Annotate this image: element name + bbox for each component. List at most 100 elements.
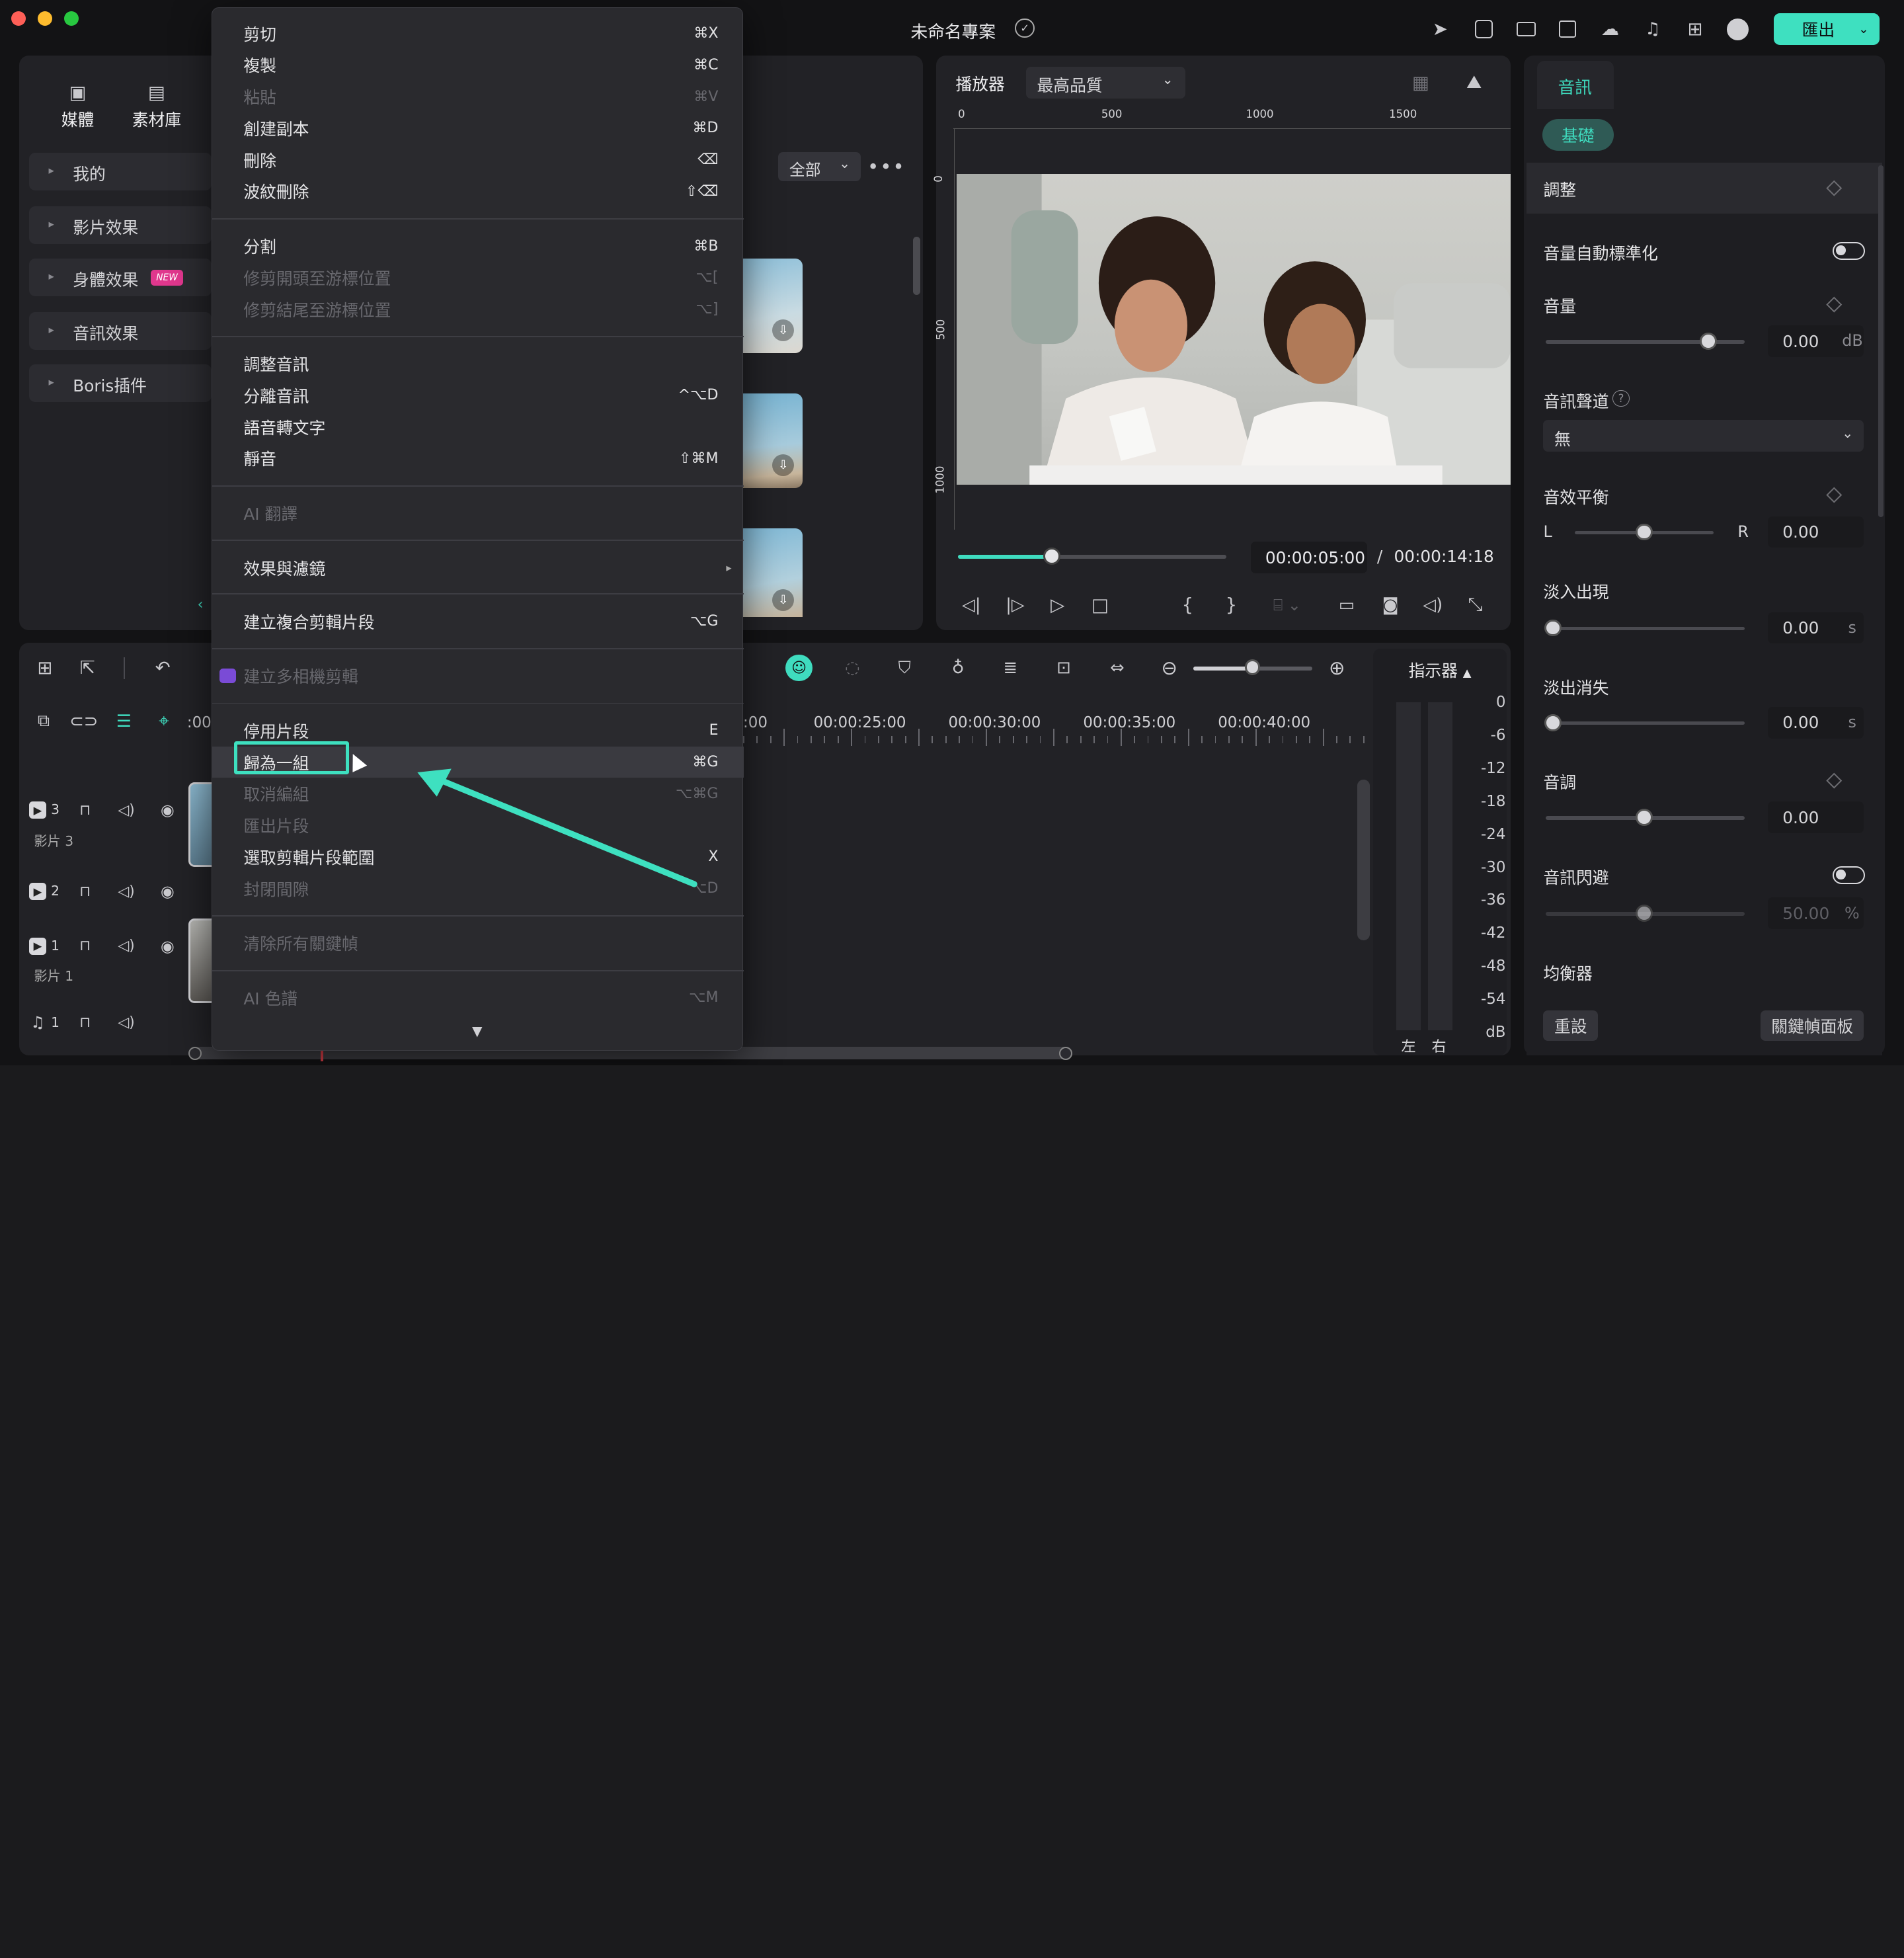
sidebar-item-boris[interactable]: ▸ Boris插件 [29,364,212,402]
audio-list-icon[interactable]: ≣ [1000,656,1021,680]
keyframe-panel-button[interactable]: 關鍵幀面板 [1761,1010,1864,1041]
eye-icon[interactable]: ◉ [158,800,177,819]
menu-item[interactable]: 剪切 ⌘X [212,18,744,50]
preview-render-icon[interactable]: ⊡ [1052,656,1076,680]
menu-item[interactable]: 建立複合剪輯片段 ⌥G [212,606,744,637]
mute-icon[interactable]: ◁) [116,936,136,956]
menu-item[interactable]: 刪除 ⌫ [212,144,744,176]
stop-icon[interactable]: □ [1088,592,1113,617]
layout-grid-icon[interactable]: ⊞ [33,656,58,680]
media-tab[interactable]: ▣ 媒體 [54,80,102,130]
ducking-slider-knob[interactable] [1636,905,1653,922]
audio-channel-dropdown[interactable]: 無 ⌄ [1543,420,1864,452]
tab-audio[interactable]: 音訊 [1537,60,1614,110]
mute-icon[interactable]: ◁) [116,800,136,819]
menu-item[interactable]: 語音轉文字 [212,411,744,443]
insert-clip-icon[interactable]: ⌸ ⌄ [1263,592,1311,617]
timeline-clip[interactable] [188,782,213,868]
balance-input[interactable]: 0.00 [1768,516,1864,548]
volume-icon[interactable]: ◁) [1419,592,1446,617]
mark-out-icon[interactable]: } [1222,592,1241,617]
previous-frame-icon[interactable]: ◁| [959,592,984,617]
fade-out-slider-knob[interactable] [1544,714,1562,731]
balance-slider-knob[interactable] [1636,523,1653,541]
menu-item[interactable]: 創建副本 ⌘D [212,112,744,144]
sidebar-item-mine[interactable]: ▸ 我的 [29,153,212,191]
grid-view-icon[interactable]: ▦ [1406,71,1435,95]
snap-icon[interactable]: ⌖ [152,710,177,734]
sidebar-item-body-effects[interactable]: ▸ 身體效果 NEW [29,259,212,297]
download-icon[interactable]: ⇩ [772,454,795,476]
auto-ripple-icon[interactable]: ◌ [840,656,865,680]
download-icon[interactable]: ⇩ [772,319,795,342]
add-track-icon[interactable]: ⧉ [32,710,56,734]
mark-in-icon[interactable]: { [1178,592,1197,617]
pitch-input[interactable]: 0.00 [1768,801,1864,833]
fullscreen-icon[interactable]: ⤡ [1462,592,1488,617]
download-icon[interactable]: ⇩ [772,589,795,611]
menu-item[interactable]: 波紋刪除 ⇧⌫ [212,175,744,207]
apps-grid-icon[interactable]: ⊞ [1683,17,1708,42]
ducking-toggle[interactable] [1832,866,1866,885]
send-icon[interactable]: ➤ [1428,17,1452,42]
volume-slider-knob[interactable] [1700,333,1718,350]
track-stack-icon[interactable]: ☰ [112,710,136,734]
scroll-handle-right[interactable] [1058,1047,1072,1061]
ai-assistant-icon[interactable]: ☺ [785,654,813,682]
tab-basic[interactable]: 基礎 [1542,118,1614,151]
eye-icon[interactable]: ◉ [158,936,177,956]
fit-timeline-icon[interactable]: ⇔ [1105,656,1129,680]
lock-icon[interactable]: ⊓ [75,881,95,901]
lock-icon[interactable]: ⊓ [75,936,95,956]
menu-item[interactable]: 靜音 ⇧⌘M [212,443,744,475]
meter-dropdown[interactable]: 指示器 ▲ [1409,658,1472,682]
close-window-button[interactable] [11,11,26,26]
timeline-clip[interactable] [188,918,213,1004]
lock-icon[interactable]: ⊓ [75,800,95,819]
current-time-display[interactable]: 00:00:05:00 [1250,542,1368,573]
headset-icon[interactable]: ♫ [1640,17,1665,42]
minimize-window-button[interactable] [37,11,52,26]
media-scrollbar[interactable] [913,237,921,296]
menu-item[interactable]: 調整音訊 [212,348,744,380]
camera-icon[interactable]: ◙ [1377,592,1404,617]
help-icon[interactable]: ? [1612,389,1630,407]
zoom-in-icon[interactable]: ⊕ [1325,656,1349,680]
link-icon[interactable]: ⊂⊃ [69,710,98,734]
properties-scrollbar[interactable] [1878,165,1884,518]
mute-icon[interactable]: ◁) [116,1013,136,1032]
save-icon[interactable] [1556,17,1580,42]
sidebar-item-audio-effects[interactable]: ▸ 音訊效果 [29,312,212,350]
media-thumbnail[interactable]: ⇩ [743,259,803,354]
fade-in-slider[interactable] [1546,626,1745,631]
lock-icon[interactable]: ⊓ [75,1013,95,1032]
filter-dropdown[interactable]: 全部 ⌄ [778,151,861,181]
auto-normalize-toggle[interactable] [1832,241,1866,261]
more-options-icon[interactable]: ••• [867,155,904,178]
pitch-slider-knob[interactable] [1636,809,1653,826]
fade-in-slider-knob[interactable] [1544,619,1562,637]
zoom-window-button[interactable] [64,11,79,26]
fade-out-slider[interactable] [1546,721,1745,725]
select-tool-icon[interactable]: ⇱ [75,656,100,680]
marker-icon[interactable]: ⛉ [894,656,916,680]
collapse-sidebar-icon[interactable]: ‹ [190,594,212,616]
menu-item[interactable]: 效果與濾鏡 ▸ [212,552,744,584]
task-icon[interactable] [1472,17,1496,42]
menu-scroll-down-icon[interactable]: ▼ [466,1023,488,1040]
layout-icon[interactable] [1514,17,1538,42]
video-preview[interactable] [957,173,1511,485]
play-icon[interactable]: ▷ [1045,592,1070,617]
display-icon[interactable]: ▭ [1333,592,1360,617]
undo-icon[interactable]: ↶ [151,656,175,680]
eye-icon[interactable]: ◉ [158,881,177,901]
mute-icon[interactable]: ◁) [116,881,136,901]
reset-button[interactable]: 重設 [1543,1010,1599,1041]
playback-scrubber[interactable] [1043,548,1061,565]
timeline-vertical-scrollbar[interactable] [1357,780,1370,940]
sidebar-item-video-effects[interactable]: ▸ 影片效果 [29,206,212,245]
zoom-out-icon[interactable]: ⊖ [1157,656,1181,680]
media-thumbnail[interactable]: ⇩ [743,528,803,618]
cloud-upload-icon[interactable]: ☁ [1597,17,1623,42]
media-thumbnail[interactable]: ⇩ [743,393,803,489]
